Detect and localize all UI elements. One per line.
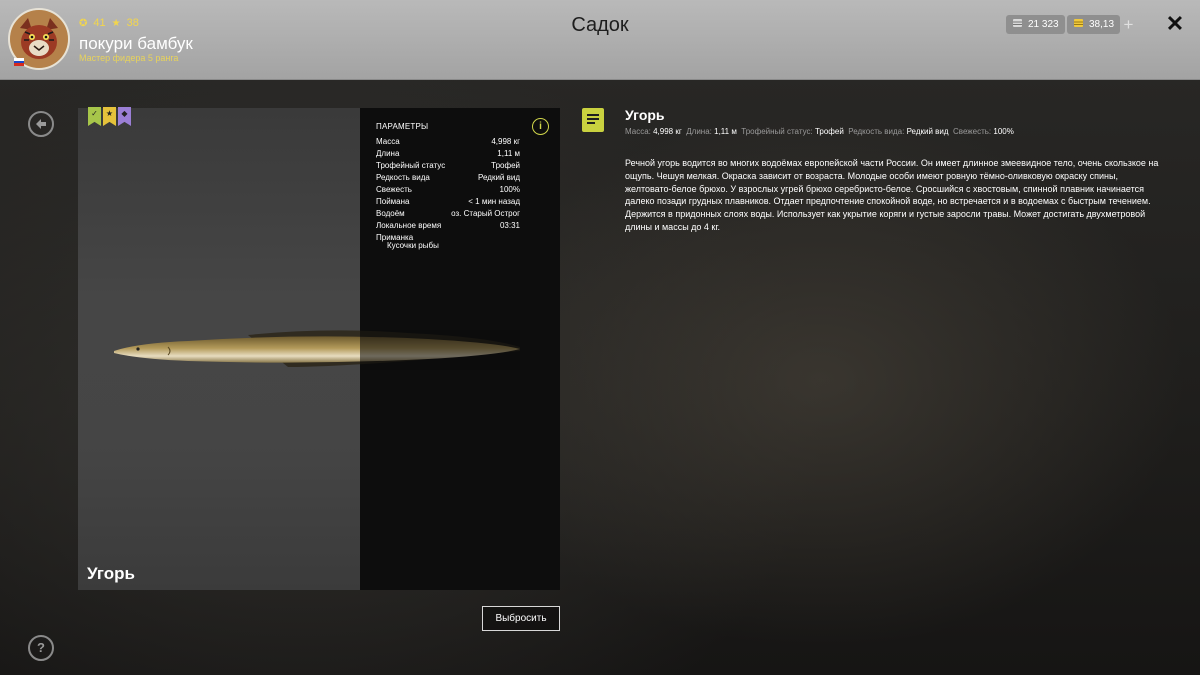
description-meta: Масса: 4,998 кг Длина: 1,11 м Трофейный … (625, 127, 1014, 136)
gold-coins-icon (1073, 18, 1084, 31)
rare-badge-icon: ◆ (118, 107, 131, 126)
meta-label: Редкость вида: (848, 127, 905, 136)
param-value: 4,998 кг (491, 137, 520, 146)
param-label: Свежесть (376, 185, 412, 194)
param-value: < 1 мин назад (468, 197, 520, 206)
back-icon[interactable] (28, 111, 54, 137)
param-label: Редкость вида (376, 173, 430, 182)
throw-away-button[interactable]: Выбросить (482, 606, 560, 631)
meta-label: Масса: (625, 127, 651, 136)
param-label: Трофейный статус (376, 161, 446, 170)
param-value: 1,11 м (497, 149, 520, 158)
param-row: Длина 1,11 м (376, 149, 520, 158)
param-value: Трофей (491, 161, 520, 170)
country-flag-icon (14, 58, 24, 66)
meta-value: 4,998 кг (653, 127, 682, 136)
param-label: Масса (376, 137, 400, 146)
param-row: Поймана < 1 мин назад (376, 197, 520, 206)
param-label: Водоём (376, 209, 405, 218)
silver-coins-icon (1012, 18, 1023, 31)
close-icon[interactable]: ✕ (1164, 12, 1186, 36)
param-value: 03:31 (499, 221, 520, 230)
param-label: Локальное время (376, 221, 442, 230)
meta-value: Трофей (814, 127, 844, 136)
param-row: Трофейный статус Трофей (376, 161, 520, 170)
player-name: покури бамбук (79, 34, 193, 53)
gold-amount: 38,13 (1089, 19, 1115, 30)
silver-amount: 21 323 (1028, 19, 1059, 30)
meta-value: 100% (993, 127, 1014, 136)
meta-label: Трофейный статус: (741, 127, 813, 136)
info-icon[interactable]: i (532, 118, 549, 135)
panel-shade (360, 330, 520, 370)
param-row: Водоём оз. Старый Острог (376, 209, 520, 218)
description-title: Угорь (625, 107, 665, 123)
param-row: Редкость вида Редкий вид (376, 173, 520, 182)
param-value: оз. Старый Острог (451, 209, 520, 218)
top-bar: ✪ 41 ★ 38 покури бамбук Мастер фидера 5 … (0, 0, 1200, 80)
meta-label: Длина: (686, 127, 712, 136)
fish-name: Угорь (87, 564, 136, 583)
param-label: Длина (376, 149, 400, 158)
document-icon (582, 108, 604, 132)
bait-item: Кусочки рыбы (387, 241, 439, 250)
gold-currency[interactable]: 38,13 (1067, 15, 1121, 34)
add-currency-button[interactable]: + (1119, 15, 1138, 34)
description-text: Речной угорь водится во многих водоёмах … (625, 158, 1159, 232)
param-row: Масса 4,998 кг (376, 137, 520, 146)
meta-value: 1,11 м (714, 127, 737, 136)
player-rank: Мастер фидера 5 ранга (79, 53, 179, 63)
params-title: ПАРАМЕТРЫ (376, 122, 429, 131)
meta-value: Редкий вид (906, 127, 949, 136)
star-badge-icon: ★ (103, 107, 116, 126)
help-icon[interactable]: ? (28, 635, 54, 661)
check-badge-icon: ✓ (88, 107, 101, 126)
silver-currency[interactable]: 21 323 (1006, 15, 1065, 34)
param-value: 100% (499, 185, 520, 194)
trophy-badges: ✓ ★ ◆ (88, 107, 131, 126)
param-row: Свежесть 100% (376, 185, 520, 194)
param-label: Поймана (376, 197, 410, 206)
meta-label: Свежесть: (953, 127, 992, 136)
param-row: Локальное время 03:31 (376, 221, 520, 230)
param-value: Редкий вид (478, 173, 520, 182)
